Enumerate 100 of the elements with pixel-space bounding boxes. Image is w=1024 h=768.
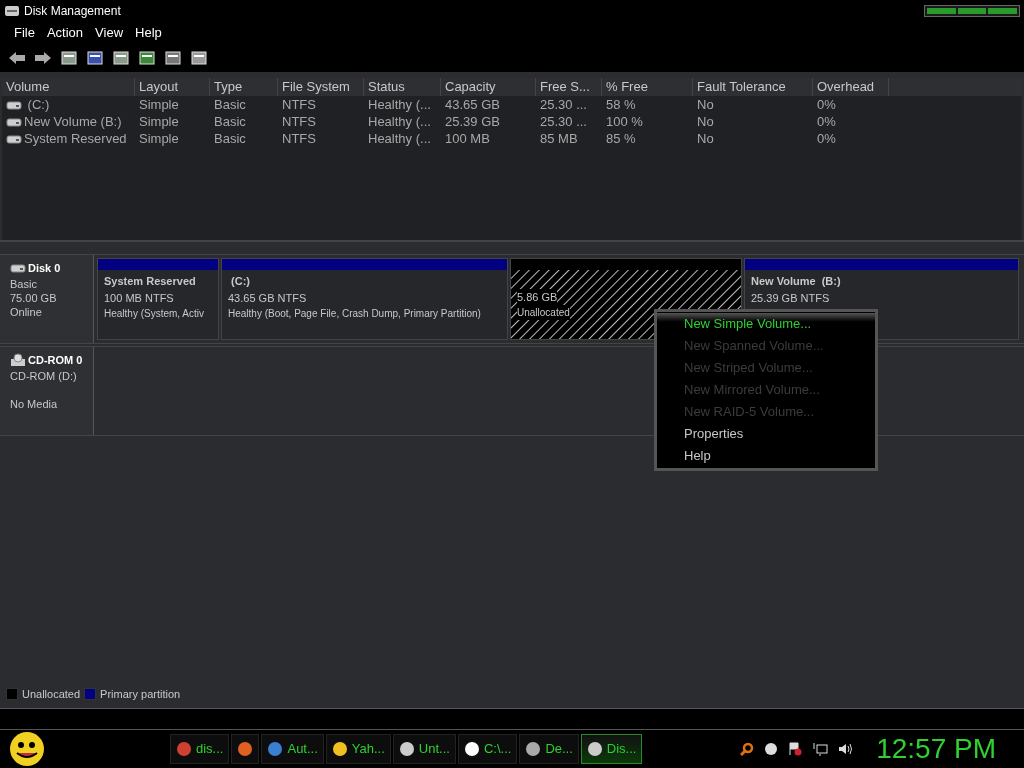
partition-size: 43.65 GB NTFS [228,290,307,306]
column-header[interactable]: Overhead [813,78,889,96]
partition[interactable]: (C:) 43.65 GB NTFS Healthy (Boot, Page File, Crash Dump, Primary Partition) [221,258,508,340]
disk-info: Online [10,304,43,319]
column-header[interactable]: Fault Tolerance [693,78,813,96]
table-cell-text: Simple [139,129,179,148]
window-title: Disk Management [24,3,121,20]
menu-item[interactable]: File [8,23,41,43]
menu-item[interactable]: Help [129,23,168,43]
partition-name: New Volume (B:) [751,274,842,289]
search-icon[interactable] [740,742,755,756]
table-cell-text: 25.30 ... [540,95,587,114]
table-cell-text: Simple [139,95,179,114]
column-header[interactable]: Status [364,78,441,96]
column-header[interactable]: Type [210,78,278,96]
app-icon [398,741,415,757]
app-icon [176,741,192,757]
disk-name: CD-ROM 0 [28,353,83,368]
table-cell-text: 25.30 ... [540,112,587,131]
disk-info: CD-ROM (D:) [10,368,78,383]
table-cell-text: 0% [817,129,836,148]
column-header[interactable]: Volume [2,78,135,96]
table-cell-text: 100 % [606,112,643,131]
table-cell-text: 85 % [606,129,636,148]
taskbar-button[interactable]: C:\... [457,734,518,764]
drive-icon [6,133,22,144]
table-cell-text: NTFS [282,112,316,131]
table-cell-text: Healthy (... [368,95,431,114]
partition-size: 25.39 GB NTFS [751,290,830,306]
table-cell-text: Basic [214,112,246,131]
table-cell-text: NTFS [282,129,316,148]
column-header[interactable]: Free S... [536,78,602,96]
disk-info: 75.00 GB [10,290,58,305]
menu-item[interactable]: Action [40,23,90,43]
table-cell-text: Healthy (... [368,129,431,148]
table-cell-text: No [697,95,714,114]
table-cell-text: System Reserved [24,129,127,148]
table-cell-text: 58 % [606,95,636,114]
app-icon [331,741,348,757]
app-icon [586,741,603,757]
menu-item[interactable]: Help [657,445,875,467]
legend-label: Primary partition [100,686,181,702]
drive-icon [6,99,22,110]
app-icon [463,741,480,757]
app-icon [267,741,284,757]
taskbar-button[interactable] [231,734,260,764]
table-cell-text: No [697,112,714,131]
table-cell-text: 0% [817,95,836,114]
partition[interactable]: System Reserved 100 MB NTFS Healthy (System, Activ [97,258,219,340]
start-button-smiley-icon[interactable] [8,731,46,767]
table-cell-text: (C:) [26,95,50,114]
disk-label-panel[interactable]: CD-ROM 0 CD-ROM (D:) No Media [0,347,94,435]
partition-size: 100 MB NTFS [104,290,174,306]
table-cell-text: Basic [214,95,246,114]
column-header[interactable]: % Free [602,78,693,96]
table-cell-text: 43.65 GB [445,95,500,114]
speaker-icon[interactable] [838,742,855,756]
table-cell-text: Healthy (... [368,112,431,131]
disk-label-panel[interactable]: Disk 0 Basic 75.00 GB Online [0,255,94,343]
partition-name: System Reserved [104,274,197,289]
column-header[interactable]: Layout [135,78,210,96]
clock: 12:57 PM [876,732,996,766]
disk-info: Basic [10,276,38,291]
column-header[interactable]: File System [278,78,364,96]
forward-arrow-icon[interactable] [34,51,52,65]
partition-size: 5.86 GB [517,288,558,306]
partition-status: Unallocated [517,305,570,321]
app-icon [237,741,254,757]
drive-icon [10,263,26,274]
table-cell-text: 25.39 GB [445,112,500,131]
table-cell-text: Simple [139,112,179,131]
flag-error-icon[interactable] [788,742,803,756]
column-header[interactable]: Capacity [441,78,536,96]
disk-info: No Media [10,396,59,411]
taskbar-button[interactable]: Yah... [325,734,391,764]
taskbar-button[interactable]: dis... [170,734,230,764]
window-controls[interactable] [924,5,1020,17]
partition-status: Healthy (Boot, Page File, Crash Dump, Primary Partition) [228,307,481,321]
app-icon [525,741,542,757]
back-arrow-icon[interactable] [8,51,26,65]
table-cell-text: New Volume (B:) [24,112,122,131]
cd-drive-icon [10,353,26,368]
partition-status: Healthy (System, Activ [104,307,205,321]
table-cell-text: No [697,129,714,148]
disk-management-icon [4,4,20,18]
taskbar-button[interactable]: De... [519,734,579,764]
menu-item[interactable]: Properties [657,423,875,445]
taskbar-button[interactable]: Dis... [580,734,643,764]
table-cell-text: 85 MB [540,129,578,148]
taskbar-button[interactable]: Unt... [392,734,456,764]
partition-name: (C:) [230,274,251,289]
disk-name: Disk 0 [28,261,61,276]
network-icon[interactable] [812,742,829,756]
table-cell-text: 100 MB [445,129,490,148]
drive-icon [6,116,22,127]
menu-item[interactable]: View [89,23,130,43]
legend-label: Unallocated [22,686,81,702]
table-cell-text: NTFS [282,95,316,114]
taskbar-button[interactable]: Aut... [261,734,324,764]
table-cell-text: Basic [214,129,246,148]
